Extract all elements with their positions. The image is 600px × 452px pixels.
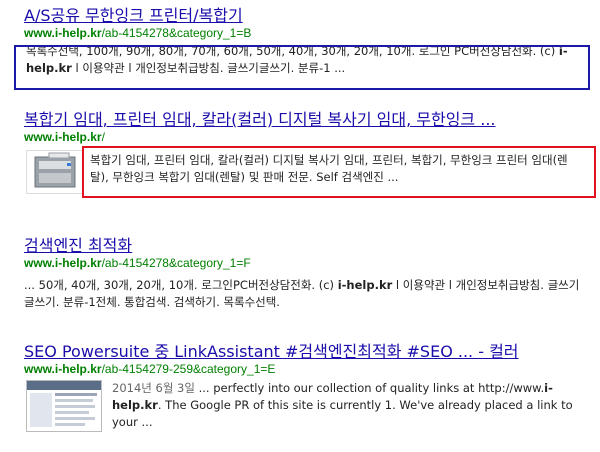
result-url-path: /ab-4154279-259&category_1=E — [101, 362, 276, 376]
result-url[interactable]: www.i-help.kr/ab-4154278&category_1=B — [24, 26, 590, 41]
search-result-1: A/S공유 무한잉크 프린터/복합기 www.i-help.kr/ab-4154… — [24, 6, 590, 77]
result-snippet: 복합기 임대, 프린터 임대, 칼라(컬러) 디지털 복사기 임대, 프린터, … — [90, 153, 568, 184]
result-url-path: / — [101, 130, 105, 144]
search-result-2: 복합기 임대, 프린터 임대, 칼라(컬러) 디지털 복사기 임대, 무한잉크 … — [24, 110, 590, 145]
result-title-link[interactable]: 검색엔진 최적화 — [24, 236, 590, 256]
result-title-link[interactable]: A/S공유 무한잉크 프린터/복합기 — [24, 6, 590, 26]
result-title-link[interactable]: 복합기 임대, 프린터 임대, 칼라(컬러) 디지털 복사기 임대, 무한잉크 … — [24, 110, 590, 130]
result-url[interactable]: www.i-help.kr/ — [24, 130, 590, 145]
webpage-screenshot-icon[interactable] — [26, 380, 102, 432]
result-url-domain: www.i-help.kr — [24, 256, 102, 270]
result-url[interactable]: www.i-help.kr/ab-4154278&category_1=F — [24, 256, 590, 271]
result-url-path: /ab-4154278&category_1=F — [101, 256, 251, 270]
result-url-domain: www.i-help.kr — [24, 26, 102, 40]
search-result-4: SEO Powersuite 중 LinkAssistant #검색엔진최적화 … — [24, 342, 590, 377]
search-result-3: 검색엔진 최적화 www.i-help.kr/ab-4154278&catego… — [24, 236, 590, 311]
result-date: 2014년 6월 3일 — [112, 381, 195, 395]
result-snippet: ... 50개, 40개, 30개, 20개, 10개. 로그인PC버전상담전화… — [24, 278, 580, 309]
result-url[interactable]: www.i-help.kr/ab-4154279-259&category_1=… — [24, 362, 590, 377]
result-title-link[interactable]: SEO Powersuite 중 LinkAssistant #검색엔진최적화 … — [24, 342, 590, 362]
result-url-domain: www.i-help.kr — [24, 130, 102, 144]
result-url-domain: www.i-help.kr — [24, 362, 102, 376]
result-url-path: /ab-4154278&category_1=B — [101, 26, 252, 40]
result-snippet: 2014년 6월 3일 ... perfectly into our colle… — [112, 381, 573, 429]
printer-icon[interactable] — [26, 150, 84, 194]
result-snippet: 목록수선택, 100개, 90개, 80개, 70개, 60개, 50개, 40… — [26, 44, 568, 75]
